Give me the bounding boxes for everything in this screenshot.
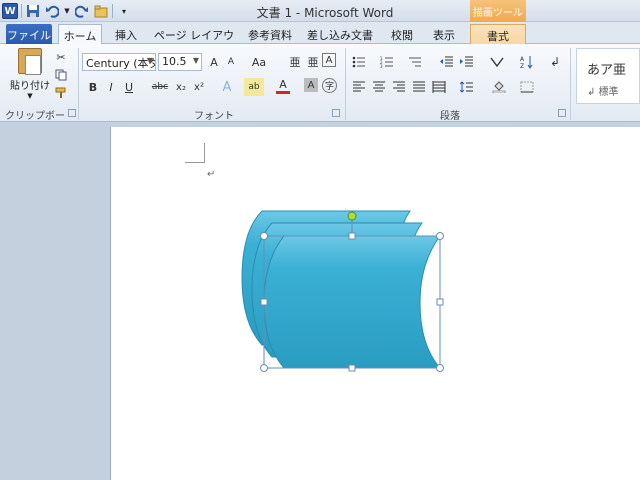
tab-view[interactable]: 表示	[426, 24, 462, 44]
character-shading-icon[interactable]: A	[304, 78, 318, 92]
customize-qat-icon[interactable]: ▾	[116, 3, 132, 19]
resize-handle-top-right[interactable]	[436, 232, 444, 240]
qat-separator	[21, 4, 22, 18]
superscript-button[interactable]: x²	[190, 78, 208, 96]
qat-separator	[112, 4, 113, 18]
ribbon-tabs: ファイル ホーム 挿入 ページ レイアウト 参考資料 差し込み文書 校閲 表示 …	[0, 22, 640, 58]
document-workspace: ↵	[0, 123, 640, 480]
copy-icon[interactable]	[52, 66, 70, 84]
open-folder-icon[interactable]	[93, 3, 109, 19]
group-separator	[570, 48, 571, 120]
align-left-icon[interactable]	[350, 78, 368, 96]
paragraph-dialog-launcher[interactable]	[558, 109, 566, 117]
group-separator	[78, 48, 79, 120]
increase-indent-icon[interactable]	[458, 53, 476, 71]
title-bar: W ▼ ▾ 文書 1 - Microsoft Word 描画ツール	[0, 0, 640, 22]
grow-font-icon[interactable]: A	[205, 53, 223, 71]
tab-mailings[interactable]: 差し込み文書	[302, 24, 378, 44]
style-name: ↲ 標準	[587, 87, 619, 98]
tab-home[interactable]: ホーム	[58, 24, 102, 44]
line-spacing-icon[interactable]	[458, 78, 476, 96]
italic-button[interactable]: I	[102, 78, 120, 96]
rotation-handle[interactable]	[347, 211, 357, 221]
align-right-icon[interactable]	[390, 78, 408, 96]
paragraph-group-label: 段落	[440, 111, 460, 122]
font-dialog-launcher[interactable]	[332, 109, 340, 117]
justify-icon[interactable]	[410, 78, 428, 96]
multilevel-list-icon[interactable]	[406, 53, 424, 71]
shape-front-sheet	[263, 235, 442, 369]
resize-handle-right[interactable]	[436, 298, 444, 306]
svg-text:Z: Z	[520, 63, 524, 69]
font-name-combo[interactable]: Century (本ダ ▼	[82, 53, 156, 71]
undo-icon[interactable]	[44, 3, 60, 19]
chevron-down-icon: ▼	[27, 92, 33, 100]
window-title: 文書 1 - Microsoft Word	[256, 6, 394, 20]
chevron-down-icon: ▼	[146, 56, 153, 65]
asian-layout-icon[interactable]	[488, 53, 506, 71]
clipboard-icon	[18, 48, 42, 75]
tab-insert[interactable]: 挿入	[108, 24, 144, 44]
highlight-icon[interactable]: ab	[244, 78, 264, 96]
paint-bucket-icon[interactable]	[490, 78, 508, 96]
redo-icon[interactable]	[74, 3, 90, 19]
paste-label: 貼り付け	[10, 81, 50, 92]
font-group-label: フォント	[194, 111, 234, 122]
resize-handle-bottom-left[interactable]	[260, 364, 268, 372]
align-center-icon[interactable]	[370, 78, 388, 96]
change-case-icon[interactable]: Aa	[248, 53, 270, 71]
sort-icon[interactable]: AZ	[518, 53, 536, 71]
resize-handle-left[interactable]	[260, 298, 268, 306]
font-color-swatch	[276, 91, 290, 94]
shrink-font-icon[interactable]: A	[222, 53, 240, 71]
bold-button[interactable]: B	[84, 78, 102, 96]
strikethrough-button[interactable]: abc	[150, 78, 170, 96]
bullets-icon[interactable]	[350, 53, 368, 71]
svg-text:3: 3	[380, 64, 383, 68]
clear-formatting-icon[interactable]: 亜	[286, 53, 304, 71]
distributed-icon[interactable]	[430, 78, 448, 96]
underline-button[interactable]: U	[120, 78, 138, 96]
cut-icon[interactable]: ✂	[52, 48, 70, 66]
text-effects-icon[interactable]: A	[218, 78, 236, 96]
resize-handle-bottom[interactable]	[348, 364, 356, 372]
group-separator	[345, 48, 346, 120]
format-painter-icon[interactable]	[52, 84, 70, 102]
font-name-value: Century (本ダ	[86, 57, 156, 70]
style-sample-text: あア亜	[587, 63, 627, 78]
tab-file[interactable]: ファイル	[6, 24, 52, 44]
resize-handle-top-left[interactable]	[260, 232, 268, 240]
numbering-icon[interactable]: 123	[378, 53, 396, 71]
phonetic-guide-icon[interactable]: 亜	[304, 53, 322, 71]
ribbon: 貼り付け ▼ ✂ クリップボード Century (本ダ▼ 10.5▼ A A …	[0, 44, 640, 137]
resize-handle-top[interactable]	[348, 232, 356, 240]
font-color-letter: A	[279, 78, 287, 91]
svg-text:A: A	[520, 56, 525, 63]
tab-page-layout[interactable]: ページ レイアウト	[150, 24, 238, 58]
save-icon[interactable]	[25, 3, 41, 19]
contextual-tab-group-label: 描画ツール	[470, 0, 526, 22]
tab-references[interactable]: 参考資料	[244, 24, 296, 44]
font-size-combo[interactable]: 10.5 ▼	[158, 53, 202, 71]
decrease-indent-icon[interactable]	[438, 53, 456, 71]
show-formatting-marks-icon[interactable]: ↲	[546, 53, 564, 71]
character-border-icon[interactable]: A	[322, 53, 336, 67]
tab-format[interactable]: 書式	[470, 24, 526, 44]
quick-access-toolbar: W ▼ ▾	[2, 2, 132, 20]
subscript-button[interactable]: x₂	[172, 78, 190, 96]
font-color-button[interactable]: A	[274, 76, 292, 96]
paste-button[interactable]: 貼り付け ▼	[10, 48, 50, 100]
multi-document-shape[interactable]	[0, 123, 640, 480]
tab-review[interactable]: 校閲	[384, 24, 420, 44]
enclose-characters-icon[interactable]: 字	[322, 78, 337, 93]
resize-handle-bottom-right[interactable]	[436, 364, 444, 372]
chevron-down-icon[interactable]: ▼	[63, 3, 71, 19]
font-size-value: 10.5	[162, 55, 187, 68]
style-normal[interactable]: あア亜 ↲ 標準	[576, 48, 640, 104]
clipboard-dialog-launcher[interactable]	[68, 109, 76, 117]
chevron-down-icon: ▼	[192, 56, 199, 65]
borders-icon[interactable]	[518, 78, 536, 96]
word-app-icon[interactable]: W	[2, 3, 18, 19]
